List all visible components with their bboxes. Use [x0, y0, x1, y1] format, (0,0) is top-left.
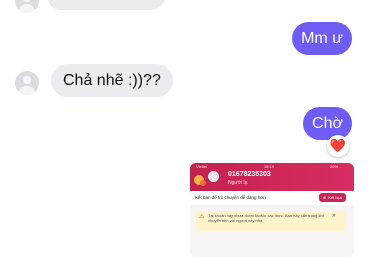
close-icon[interactable]: ✕	[332, 213, 336, 219]
message-bubble-outgoing[interactable]: Chờ	[303, 107, 352, 140]
attachment-header: Viettel 16:19 26% 01678235303 Người lạ	[190, 163, 354, 191]
message-text: Chả nhẽ :))??	[63, 71, 161, 89]
avatar	[15, 71, 39, 95]
warning-triangle-icon: ⚠	[199, 214, 205, 220]
avatar	[15, 0, 39, 13]
avatar	[208, 171, 219, 182]
add-friend-button[interactable]: ⊕ Kết bạn	[318, 193, 346, 202]
warning-text: Tài khoản này chưa được MoMo xác thực. B…	[208, 213, 324, 223]
heart-reaction-icon[interactable]: ❤️	[327, 135, 349, 157]
image-attachment[interactable]: Viettel 16:19 26% 01678235303 Người lạ K…	[190, 163, 354, 257]
contact-phone: 01678235303	[228, 171, 271, 178]
contact-subtitle: Người lạ	[228, 180, 248, 186]
add-user-icon: ⊕	[322, 195, 327, 200]
message-bubble-incoming[interactable]: Chả nhẽ :))??	[51, 64, 173, 97]
message-bubble-outgoing[interactable]: Mm ư	[292, 22, 352, 55]
message-text: Chờ	[312, 114, 343, 132]
add-friend-prompt: Kết bạn để trò chuyện dễ dàng hơn	[195, 195, 266, 200]
status-battery: 26%	[330, 164, 339, 169]
add-friend-row: Kết bạn để trò chuyện dễ dàng hơn ⊕ Kết …	[190, 191, 354, 205]
message-text: Mm ư	[301, 29, 343, 47]
status-time: 16:19	[264, 164, 275, 169]
flower-decoration-icon	[200, 180, 206, 186]
warning-banner: ⚠ Tài khoản này chưa được MoMo xác thực.…	[196, 211, 346, 231]
message-bubble-incoming-cropped[interactable]	[47, 0, 165, 10]
status-carrier: Viettel	[196, 164, 208, 169]
